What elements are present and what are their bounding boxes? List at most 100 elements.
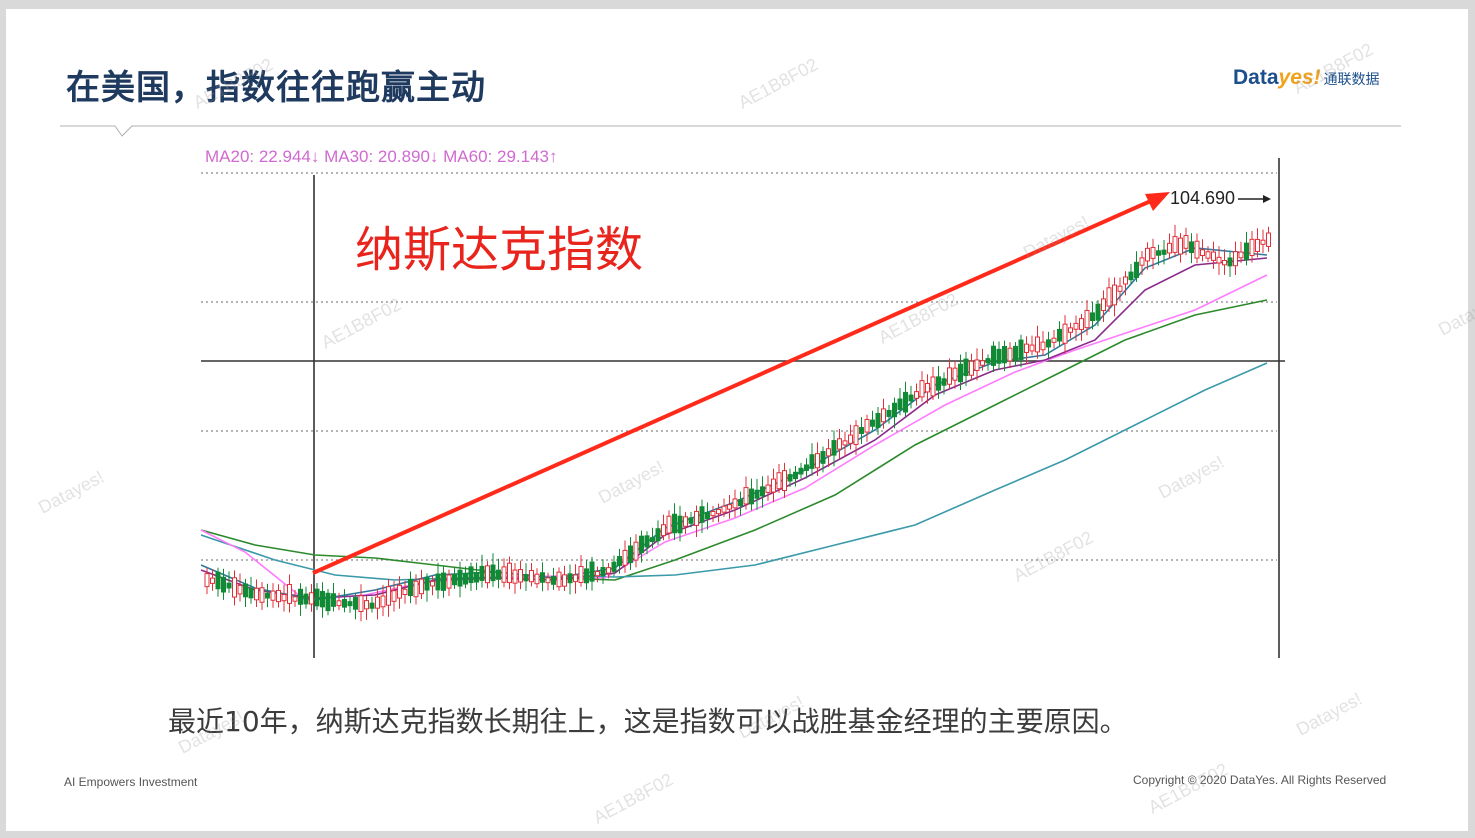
candle-body [221, 576, 226, 593]
candle-body [677, 515, 683, 534]
candle-body [386, 586, 391, 606]
candle-body [457, 569, 463, 587]
candle-body [1145, 247, 1150, 262]
footer-copyright: Copyright © 2020 DataYes. All Rights Res… [1133, 773, 1387, 787]
candle-body [540, 572, 545, 583]
candle-body [644, 535, 650, 548]
candle-body [375, 596, 380, 609]
candle-body [947, 367, 952, 385]
candle-body [782, 470, 787, 491]
candle-body [617, 556, 622, 567]
candle-body [1183, 235, 1189, 249]
candle-body [688, 517, 694, 524]
candle-body [831, 440, 837, 456]
candle-body [210, 577, 215, 584]
candle-body [1156, 250, 1161, 256]
candle-body [1073, 322, 1079, 330]
logo-text-data: Data [1233, 66, 1279, 89]
candle-body [1029, 344, 1035, 352]
candle-body [925, 382, 930, 393]
page-title: 在美国，指数往往跑赢主动 [66, 68, 486, 108]
candle-body [776, 472, 782, 490]
candle-body [281, 594, 287, 602]
candle-body [826, 448, 831, 457]
candle-body [897, 398, 903, 411]
candle-body [485, 565, 490, 584]
candle-body [611, 561, 617, 572]
candle-body [738, 499, 743, 507]
candle-body [1194, 240, 1200, 259]
candle-body [1128, 271, 1134, 281]
candle-body [562, 574, 567, 587]
candle-body [859, 427, 864, 434]
candle-body [1117, 285, 1123, 292]
candle-body [727, 504, 732, 510]
candle-body [622, 549, 628, 566]
candle-body [1002, 346, 1007, 364]
candle-body [1090, 312, 1095, 322]
candle-body [1068, 327, 1073, 333]
candle-body [490, 564, 496, 582]
candle-body [463, 573, 468, 585]
candle-body [358, 595, 364, 613]
candle-body [452, 573, 457, 586]
candle-body [1024, 343, 1029, 354]
candle-body [276, 589, 281, 603]
logo-text-cn: 通联数据 [1323, 72, 1380, 88]
candle-body [672, 513, 677, 534]
candle-body [705, 511, 710, 520]
candle-body [754, 489, 760, 499]
candle-body [353, 597, 358, 610]
candle-body [820, 451, 826, 464]
candle-body [1106, 287, 1112, 307]
candle-body [1018, 339, 1024, 360]
candle-body [215, 571, 221, 590]
candle-body [633, 541, 639, 561]
candle-body [886, 409, 892, 417]
candle-body [963, 358, 969, 377]
candle-body [1112, 284, 1117, 306]
candle-body [584, 568, 589, 584]
candle-body [1255, 238, 1260, 252]
candle-body [232, 577, 237, 598]
candle-body [254, 587, 259, 601]
candle-body [292, 596, 298, 602]
candle-body [716, 508, 721, 515]
candle-body [666, 515, 672, 534]
candle-body [364, 600, 369, 610]
candle-body [391, 590, 397, 602]
candle-body [837, 438, 842, 450]
candle-body [952, 367, 958, 381]
candle-body [1189, 241, 1194, 254]
candle-body [749, 488, 754, 505]
candle-body [771, 478, 776, 493]
candle-body [892, 402, 897, 418]
candle-body [760, 486, 765, 497]
candle-body [815, 453, 820, 469]
candle-body [864, 418, 870, 433]
candle-body [743, 487, 749, 505]
candle-body [265, 592, 270, 599]
candle-body [875, 413, 881, 428]
candle-body [441, 572, 446, 591]
candle-body [710, 510, 716, 517]
candle-body [551, 575, 556, 585]
candle-body [1161, 249, 1167, 255]
candle-body [501, 566, 507, 583]
candle-body [1139, 257, 1145, 266]
candle-body [369, 602, 375, 609]
candle-body [1035, 336, 1040, 353]
candle-body [793, 471, 798, 480]
candle-body [1238, 251, 1244, 259]
candle-body [1084, 309, 1090, 329]
candle-body [919, 380, 925, 398]
candle-body [474, 572, 479, 583]
candle-body [259, 587, 265, 603]
candle-body [237, 584, 243, 595]
candle-body [1134, 261, 1139, 278]
candle-body [600, 567, 606, 577]
candle-body [1013, 345, 1018, 361]
candle-body [908, 394, 914, 402]
candle-body [1046, 339, 1051, 348]
candle-body [809, 454, 815, 469]
